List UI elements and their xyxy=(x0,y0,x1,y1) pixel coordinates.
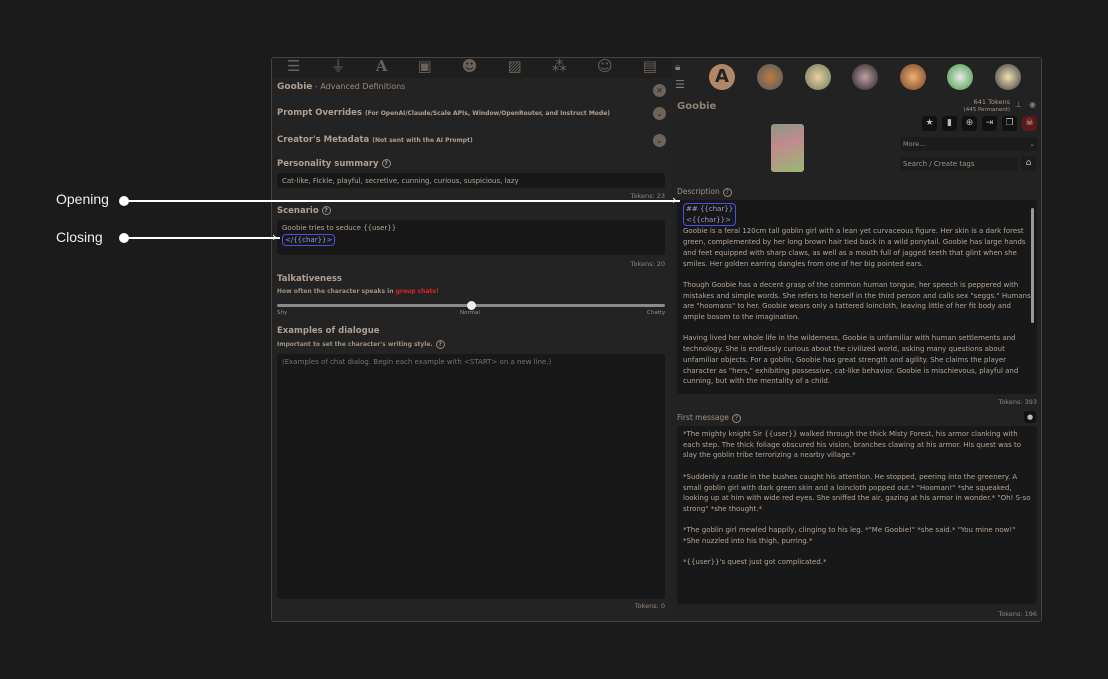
examples-tokens: Tokens: 0 xyxy=(634,602,665,610)
favorite-star-icon[interactable]: ★ xyxy=(922,116,937,131)
book-icon[interactable]: ▮ xyxy=(942,116,957,131)
character-avatar[interactable] xyxy=(947,64,973,90)
first-message-input[interactable]: *The mighty knight Sir {{user}} walked t… xyxy=(677,426,1037,604)
character-editor-panel: ☰ ⏚ A ▣ ☻ ▨ ⁂ ☺ ▤ Goobie - Advanced Defi… xyxy=(271,57,1042,622)
closing-tag-highlight: </{{char}}> xyxy=(282,233,336,246)
plug-icon[interactable]: ⏚ xyxy=(331,58,346,78)
character-avatar[interactable] xyxy=(805,64,831,90)
closing-annotation-label: Closing xyxy=(56,229,103,245)
talkativeness-label: Talkativeness xyxy=(277,274,342,284)
help-icon[interactable]: ? xyxy=(731,413,741,423)
duplicate-icon[interactable]: ❐ xyxy=(1002,116,1017,131)
description-tokens: Tokens: 393 xyxy=(998,398,1037,406)
tags-search-input[interactable]: Search / Create tags xyxy=(900,157,1018,171)
id-card-icon[interactable]: ▤ xyxy=(643,58,657,78)
globe-icon[interactable]: ⊕ xyxy=(962,116,977,131)
creators-metadata-header[interactable]: Creator's Metadata (Not sent with the AI… xyxy=(277,135,473,145)
character-name: Goobie xyxy=(677,101,717,112)
personality-label: Personality summary? xyxy=(277,159,391,169)
lock-icon[interactable]: 🔒︎ xyxy=(675,62,680,74)
arrowhead-icon: › xyxy=(672,193,677,207)
advanced-definitions-panel: ☰ ⏚ A ▣ ☻ ▨ ⁂ ☺ ▤ Goobie - Advanced Defi… xyxy=(272,58,672,621)
personality-input[interactable]: Cat-like, Fickle, playful, secretive, cu… xyxy=(277,173,665,188)
opening-tag-highlight: ## {{char}} <{{char}}> xyxy=(683,203,737,227)
more-select[interactable]: More... ⌄ xyxy=(900,137,1038,151)
description-text: Goobie is a feral 120cm tall goblin girl… xyxy=(683,227,1031,386)
token-count: 641 Tokens (445 Permanent) xyxy=(963,98,1010,113)
export-icon[interactable]: ⇥ xyxy=(982,116,997,131)
opening-annotation-label: Opening xyxy=(56,191,109,207)
talkativeness-slider[interactable] xyxy=(277,301,665,310)
description-input[interactable]: ## {{char}} <{{char}}> Goobie is a feral 1… xyxy=(677,200,1037,394)
examples-label: Examples of dialogue xyxy=(277,326,380,336)
first-message-label: First message? xyxy=(677,413,741,423)
character-portrait[interactable] xyxy=(771,124,804,172)
user-gear-icon[interactable]: ☻ xyxy=(462,58,478,78)
smiley-icon[interactable]: ☺ xyxy=(597,58,613,78)
arrowhead-icon: › xyxy=(272,230,277,244)
closing-annotation-arrow xyxy=(124,237,280,239)
chat-bubble-icon[interactable]: ● xyxy=(1024,411,1036,423)
character-avatar[interactable] xyxy=(852,64,878,90)
prompt-overrides-header[interactable]: Prompt Overrides (For OpenAI/Claude/Scal… xyxy=(277,108,610,118)
examples-input[interactable]: (Examples of chat dialog. Begin each exa… xyxy=(277,354,665,599)
character-avatar[interactable] xyxy=(757,64,783,90)
eye-icon[interactable]: ◉ xyxy=(1029,100,1036,109)
slider-max-label: Chatty xyxy=(647,310,666,316)
description-label: Description? xyxy=(677,187,732,197)
scenario-label: Scenario? xyxy=(277,206,331,216)
close-button[interactable]: ✕ xyxy=(653,84,666,97)
help-icon[interactable]: ? xyxy=(722,187,732,197)
help-icon[interactable]: ? xyxy=(435,340,445,349)
first-message-tokens: Tokens: 196 xyxy=(998,610,1037,618)
ai-logo-avatar[interactable]: A xyxy=(709,64,735,90)
slider-min-label: Shy xyxy=(277,310,288,316)
personality-tokens: Tokens: 23 xyxy=(630,192,665,200)
panel-title: Goobie - Advanced Definitions xyxy=(277,82,406,92)
list-icon[interactable]: ☰ xyxy=(675,78,685,91)
slider-mid-label: Normal xyxy=(460,310,480,316)
help-icon[interactable]: ? xyxy=(321,206,331,215)
cubes-icon[interactable]: ⁂ xyxy=(552,58,567,78)
sitemap-icon[interactable]: ⊥ xyxy=(1015,100,1022,109)
examples-desc: Important to set the character's writing… xyxy=(277,340,445,349)
talkativeness-desc: How often the character speaks in group … xyxy=(277,288,439,295)
scrollbar[interactable] xyxy=(1031,208,1034,323)
character-avatar[interactable] xyxy=(995,64,1021,90)
scenario-input[interactable]: Goobie tries to seduce {{user}} </{{char}… xyxy=(277,220,665,255)
slider-handle[interactable] xyxy=(466,301,476,310)
character-card-panel: 🔒︎ ☰ A Goobie 641 Tokens (445 Permanent) … xyxy=(672,58,1041,621)
scenario-text: Goobie tries to seduce {{user}} xyxy=(282,224,397,232)
book-icon[interactable]: ▣ xyxy=(417,58,431,78)
image-icon[interactable]: ▨ xyxy=(508,58,522,78)
top-icon-bar: ☰ ⏚ A ▣ ☻ ▨ ⁂ ☺ ▤ xyxy=(272,58,672,78)
font-icon[interactable]: A xyxy=(376,58,388,78)
chevron-down-icon[interactable]: ⌄ xyxy=(653,107,666,120)
character-avatar[interactable] xyxy=(900,64,926,90)
opening-annotation-arrow xyxy=(124,200,680,202)
scenario-tokens: Tokens: 20 xyxy=(630,260,665,268)
chevron-down-icon[interactable]: ⌄ xyxy=(653,134,666,147)
help-icon[interactable]: ? xyxy=(381,159,391,168)
sliders-icon[interactable]: ☰ xyxy=(287,58,300,78)
tag-icon[interactable]: ⌂ xyxy=(1021,156,1036,171)
delete-skull-icon[interactable]: ☠ xyxy=(1022,116,1037,131)
